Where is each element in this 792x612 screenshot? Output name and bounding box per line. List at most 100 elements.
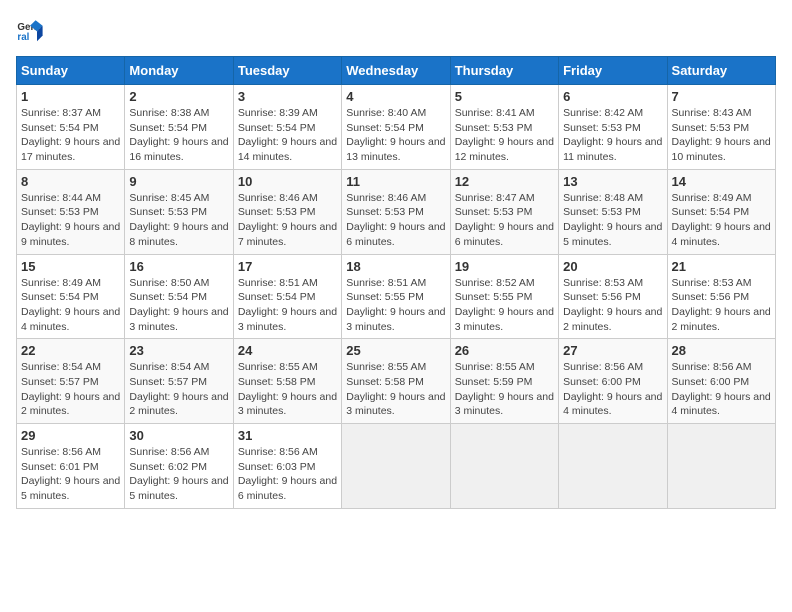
header-thursday: Thursday [450,57,558,85]
day-info: Sunrise: 8:51 AM Sunset: 5:54 PM Dayligh… [238,276,337,335]
header-monday: Monday [125,57,233,85]
header-saturday: Saturday [667,57,775,85]
day-cell-5: 5 Sunrise: 8:41 AM Sunset: 5:53 PM Daylig… [450,85,558,170]
day-cell-11: 11 Sunrise: 8:46 AM Sunset: 5:53 PM Dayli… [342,169,450,254]
day-cell-26: 26Sunrise: 8:55 AM Sunset: 5:59 PM Dayli… [450,339,558,424]
week-row-1: 1 Sunrise: 8:37 AM Sunset: 5:54 PM Daylig… [17,85,776,170]
day-cell-1: 1 Sunrise: 8:37 AM Sunset: 5:54 PM Daylig… [17,85,125,170]
day-info: Sunrise: 8:56 AM Sunset: 6:00 PM Dayligh… [563,360,662,419]
day-info: Sunrise: 8:47 AM Sunset: 5:53 PM Dayligh… [455,191,554,250]
svg-text:ral: ral [17,32,29,43]
day-number: 14 [672,174,771,189]
day-info: Sunrise: 8:49 AM Sunset: 5:54 PM Dayligh… [21,276,120,335]
day-cell-16: 16 Sunrise: 8:50 AM Sunset: 5:54 PM Dayli… [125,254,233,339]
empty-cell [559,424,667,509]
day-info: Sunrise: 8:55 AM Sunset: 5:58 PM Dayligh… [238,360,337,419]
week-row-4: 22Sunrise: 8:54 AM Sunset: 5:57 PM Dayli… [17,339,776,424]
day-number: 27 [563,343,662,358]
header-wednesday: Wednesday [342,57,450,85]
day-number: 17 [238,259,337,274]
day-cell-6: 6 Sunrise: 8:42 AM Sunset: 5:53 PM Daylig… [559,85,667,170]
day-number: 20 [563,259,662,274]
day-cell-19: 19 Sunrise: 8:52 AM Sunset: 5:55 PM Dayli… [450,254,558,339]
day-cell-25: 25 Sunrise: 8:55 AM Sunset: 5:58 PM Dayli… [342,339,450,424]
header-friday: Friday [559,57,667,85]
day-info: Sunrise: 8:44 AM Sunset: 5:53 PM Dayligh… [21,191,120,250]
day-number: 1 [21,89,120,104]
day-number: 7 [672,89,771,104]
day-info: Sunrise: 8:37 AM Sunset: 5:54 PM Dayligh… [21,106,120,165]
day-number: 28 [672,343,771,358]
day-info: Sunrise: 8:53 AM Sunset: 5:56 PM Dayligh… [672,276,771,335]
day-info: Sunrise: 8:41 AM Sunset: 5:53 PM Dayligh… [455,106,554,165]
day-info: Sunrise: 8:46 AM Sunset: 5:53 PM Dayligh… [346,191,445,250]
day-info: Sunrise: 8:52 AM Sunset: 5:55 PM Dayligh… [455,276,554,335]
day-cell-3: 3 Sunrise: 8:39 AM Sunset: 5:54 PM Daylig… [233,85,341,170]
day-info: Sunrise: 8:43 AM Sunset: 5:53 PM Dayligh… [672,106,771,165]
day-info: Sunrise: 8:55 AM Sunset: 5:59 PM Dayligh… [455,360,554,419]
day-cell-9: 9 Sunrise: 8:45 AM Sunset: 5:53 PM Daylig… [125,169,233,254]
day-number: 9 [129,174,228,189]
week-row-2: 8Sunrise: 8:44 AM Sunset: 5:53 PM Daylig… [17,169,776,254]
day-cell-30: 30 Sunrise: 8:56 AM Sunset: 6:02 PM Dayli… [125,424,233,509]
day-info: Sunrise: 8:54 AM Sunset: 5:57 PM Dayligh… [129,360,228,419]
day-number: 31 [238,428,337,443]
day-cell-4: 4 Sunrise: 8:40 AM Sunset: 5:54 PM Daylig… [342,85,450,170]
day-info: Sunrise: 8:45 AM Sunset: 5:53 PM Dayligh… [129,191,228,250]
day-number: 5 [455,89,554,104]
day-info: Sunrise: 8:40 AM Sunset: 5:54 PM Dayligh… [346,106,445,165]
day-info: Sunrise: 8:55 AM Sunset: 5:58 PM Dayligh… [346,360,445,419]
day-info: Sunrise: 8:50 AM Sunset: 5:54 PM Dayligh… [129,276,228,335]
empty-cell [342,424,450,509]
day-info: Sunrise: 8:39 AM Sunset: 5:54 PM Dayligh… [238,106,337,165]
day-number: 12 [455,174,554,189]
day-info: Sunrise: 8:46 AM Sunset: 5:53 PM Dayligh… [238,191,337,250]
day-info: Sunrise: 8:56 AM Sunset: 6:01 PM Dayligh… [21,445,120,504]
empty-cell [450,424,558,509]
day-number: 24 [238,343,337,358]
day-number: 11 [346,174,445,189]
day-number: 3 [238,89,337,104]
day-cell-12: 12 Sunrise: 8:47 AM Sunset: 5:53 PM Dayli… [450,169,558,254]
day-number: 16 [129,259,228,274]
day-number: 30 [129,428,228,443]
day-info: Sunrise: 8:49 AM Sunset: 5:54 PM Dayligh… [672,191,771,250]
day-info: Sunrise: 8:42 AM Sunset: 5:53 PM Dayligh… [563,106,662,165]
day-number: 23 [129,343,228,358]
calendar-table: SundayMondayTuesdayWednesdayThursdayFrid… [16,56,776,509]
day-cell-8: 8Sunrise: 8:44 AM Sunset: 5:53 PM Daylig… [17,169,125,254]
day-number: 2 [129,89,228,104]
day-number: 29 [21,428,120,443]
day-number: 25 [346,343,445,358]
day-info: Sunrise: 8:51 AM Sunset: 5:55 PM Dayligh… [346,276,445,335]
day-cell-15: 15 Sunrise: 8:49 AM Sunset: 5:54 PM Dayli… [17,254,125,339]
calendar-header-row: SundayMondayTuesdayWednesdayThursdayFrid… [17,57,776,85]
week-row-5: 29 Sunrise: 8:56 AM Sunset: 6:01 PM Dayli… [17,424,776,509]
day-info: Sunrise: 8:38 AM Sunset: 5:54 PM Dayligh… [129,106,228,165]
day-cell-10: 10 Sunrise: 8:46 AM Sunset: 5:53 PM Dayli… [233,169,341,254]
header-tuesday: Tuesday [233,57,341,85]
day-cell-17: 17 Sunrise: 8:51 AM Sunset: 5:54 PM Dayli… [233,254,341,339]
day-number: 19 [455,259,554,274]
day-cell-29: 29 Sunrise: 8:56 AM Sunset: 6:01 PM Dayli… [17,424,125,509]
day-number: 15 [21,259,120,274]
header-sunday: Sunday [17,57,125,85]
day-number: 4 [346,89,445,104]
day-number: 6 [563,89,662,104]
day-cell-22: 22Sunrise: 8:54 AM Sunset: 5:57 PM Dayli… [17,339,125,424]
week-row-3: 15 Sunrise: 8:49 AM Sunset: 5:54 PM Dayli… [17,254,776,339]
day-info: Sunrise: 8:56 AM Sunset: 6:02 PM Dayligh… [129,445,228,504]
day-info: Sunrise: 8:54 AM Sunset: 5:57 PM Dayligh… [21,360,120,419]
logo-icon: Gene ral [16,16,44,44]
day-cell-13: 13Sunrise: 8:48 AM Sunset: 5:53 PM Dayli… [559,169,667,254]
day-info: Sunrise: 8:53 AM Sunset: 5:56 PM Dayligh… [563,276,662,335]
day-cell-14: 14 Sunrise: 8:49 AM Sunset: 5:54 PM Dayli… [667,169,775,254]
day-cell-20: 20 Sunrise: 8:53 AM Sunset: 5:56 PM Dayli… [559,254,667,339]
day-number: 10 [238,174,337,189]
page-header: Gene ral [16,16,776,44]
day-info: Sunrise: 8:56 AM Sunset: 6:03 PM Dayligh… [238,445,337,504]
day-number: 21 [672,259,771,274]
day-cell-7: 7 Sunrise: 8:43 AM Sunset: 5:53 PM Daylig… [667,85,775,170]
day-cell-18: 18Sunrise: 8:51 AM Sunset: 5:55 PM Dayli… [342,254,450,339]
day-info: Sunrise: 8:48 AM Sunset: 5:53 PM Dayligh… [563,191,662,250]
